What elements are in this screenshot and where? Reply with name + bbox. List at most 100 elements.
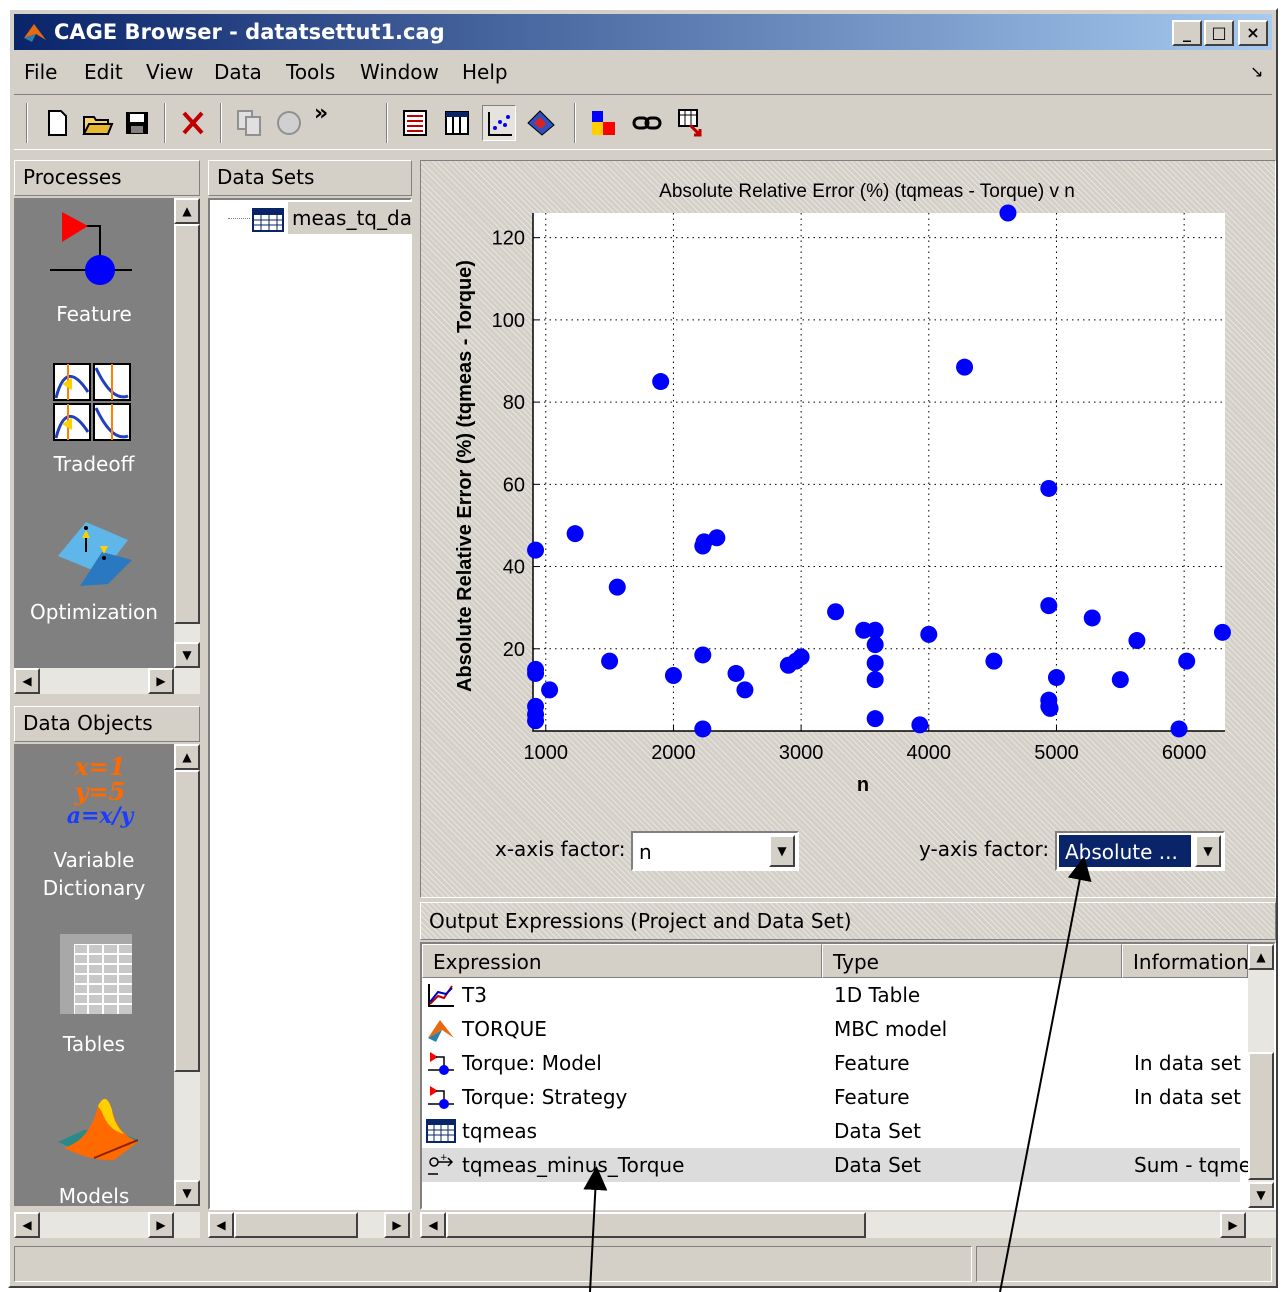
data-point[interactable] bbox=[1178, 652, 1196, 670]
x-axis-factor-select[interactable]: n ▼ bbox=[631, 831, 799, 871]
data-objects-hscrollbar[interactable]: ◀ ▶ bbox=[14, 1212, 200, 1238]
data-point[interactable] bbox=[664, 667, 682, 684]
copy-icon[interactable] bbox=[232, 105, 266, 141]
export-icon[interactable] bbox=[674, 105, 708, 141]
scroll-down-icon[interactable]: ▼ bbox=[174, 642, 200, 668]
table-row[interactable]: tqmeas Data Set bbox=[422, 1114, 1240, 1148]
data-point[interactable] bbox=[1041, 699, 1059, 717]
tradeoff-label[interactable]: Tradeoff bbox=[16, 452, 172, 476]
scroll-right-icon[interactable]: ▶ bbox=[1220, 1212, 1246, 1238]
tradeoff-item[interactable] bbox=[52, 362, 134, 449]
column-expression[interactable]: Expression bbox=[422, 944, 822, 978]
chevron-down-icon[interactable]: ▼ bbox=[769, 835, 795, 867]
menu-file[interactable]: File bbox=[24, 60, 57, 84]
data-point[interactable] bbox=[708, 529, 726, 547]
data-point[interactable] bbox=[866, 710, 884, 728]
data-point[interactable] bbox=[866, 654, 884, 672]
scatter-chart[interactable]: Absolute Relative Error (%) (tqmeas - To… bbox=[421, 161, 1277, 899]
optimization-label[interactable]: Optimization bbox=[16, 600, 172, 624]
data-point[interactable] bbox=[792, 648, 810, 666]
data-point[interactable] bbox=[527, 541, 545, 559]
data-point[interactable] bbox=[736, 681, 754, 699]
expressions-vscrollbar[interactable]: ▲ ▼ bbox=[1248, 944, 1274, 1208]
data-point[interactable] bbox=[1047, 669, 1065, 687]
y-axis-factor-select[interactable]: Absolute ... ▼ bbox=[1055, 831, 1225, 871]
save-icon[interactable] bbox=[120, 105, 154, 141]
data-point[interactable] bbox=[999, 204, 1017, 222]
scroll-up-icon[interactable]: ▲ bbox=[1248, 944, 1274, 970]
factor-icon[interactable] bbox=[586, 105, 620, 141]
tables-label[interactable]: Tables bbox=[16, 1032, 172, 1056]
expressions-hscrollbar[interactable]: ◀ ▶ bbox=[420, 1212, 1276, 1238]
menu-tools[interactable]: Tools bbox=[286, 60, 335, 84]
menu-help[interactable]: Help bbox=[462, 60, 508, 84]
data-point[interactable] bbox=[1111, 671, 1129, 689]
data-point[interactable] bbox=[1170, 720, 1188, 738]
menu-edit[interactable]: Edit bbox=[84, 60, 123, 84]
table-row[interactable]: T3 1D Table bbox=[422, 978, 1240, 1012]
feature-item[interactable] bbox=[48, 208, 138, 297]
scroll-up-icon[interactable]: ▲ bbox=[174, 744, 200, 770]
data-point[interactable] bbox=[727, 664, 745, 682]
models-icon[interactable] bbox=[54, 1090, 139, 1171]
data-point[interactable] bbox=[566, 525, 584, 543]
data-point[interactable] bbox=[1040, 479, 1058, 497]
delete-icon[interactable] bbox=[176, 105, 210, 141]
models-label[interactable]: Models bbox=[16, 1184, 172, 1208]
column-type[interactable]: Type bbox=[822, 944, 1122, 978]
more-tools-icon[interactable]: » bbox=[314, 101, 328, 126]
menu-view[interactable]: View bbox=[146, 60, 193, 84]
data-point[interactable] bbox=[694, 720, 712, 738]
view-data-icon[interactable] bbox=[398, 105, 432, 141]
scroll-right-icon[interactable]: ▶ bbox=[148, 668, 174, 694]
data-point[interactable] bbox=[1083, 609, 1101, 627]
variable-dictionary-label[interactable]: Variable Dictionary bbox=[16, 846, 172, 902]
chevron-down-icon[interactable]: ▼ bbox=[1195, 835, 1221, 867]
maximize-button[interactable]: □ bbox=[1204, 20, 1234, 46]
scroll-down-icon[interactable]: ▼ bbox=[1248, 1182, 1274, 1208]
new-file-icon[interactable] bbox=[40, 105, 74, 141]
paste-icon[interactable] bbox=[272, 105, 306, 141]
dataset-tree-item[interactable]: meas_tq_da bbox=[288, 202, 412, 234]
scroll-left-icon[interactable]: ◀ bbox=[208, 1212, 234, 1238]
data-point[interactable] bbox=[527, 664, 545, 682]
variable-dictionary-icon[interactable]: x=1 y=5 a=x/y bbox=[60, 754, 140, 829]
table-row-selected[interactable]: + tqmeas_minus_Torque Data Set Sum - tqm… bbox=[422, 1148, 1251, 1182]
data-sets-hscrollbar[interactable]: ◀ ▶ bbox=[208, 1212, 412, 1238]
data-point[interactable] bbox=[652, 373, 670, 391]
table-row[interactable]: Torque: Strategy Feature In data set bbox=[422, 1080, 1241, 1114]
column-information[interactable]: Information bbox=[1122, 944, 1248, 978]
data-point[interactable] bbox=[1128, 632, 1146, 650]
scroll-right-icon[interactable]: ▶ bbox=[384, 1212, 410, 1238]
data-point[interactable] bbox=[827, 603, 845, 621]
data-point[interactable] bbox=[527, 712, 545, 730]
close-button[interactable]: × bbox=[1238, 20, 1268, 46]
minimize-button[interactable]: _ bbox=[1172, 20, 1202, 46]
scroll-left-icon[interactable]: ◀ bbox=[14, 1212, 40, 1238]
table-row[interactable]: Torque: Model Feature In data set bbox=[422, 1046, 1241, 1080]
menu-window[interactable]: Window bbox=[360, 60, 439, 84]
data-point[interactable] bbox=[1040, 597, 1058, 615]
data-point[interactable] bbox=[608, 578, 626, 596]
scroll-up-icon[interactable]: ▲ bbox=[174, 198, 200, 224]
data-point[interactable] bbox=[694, 646, 712, 664]
scroll-down-icon[interactable]: ▼ bbox=[174, 1180, 200, 1206]
data-point[interactable] bbox=[956, 358, 974, 376]
data-point[interactable] bbox=[866, 636, 884, 654]
feature-label[interactable]: Feature bbox=[16, 302, 172, 326]
link-icon[interactable] bbox=[630, 105, 664, 141]
view-table-icon[interactable] bbox=[440, 105, 474, 141]
optimization-item[interactable] bbox=[56, 516, 136, 593]
data-point[interactable] bbox=[920, 625, 938, 643]
scroll-left-icon[interactable]: ◀ bbox=[14, 668, 40, 694]
processes-hscrollbar[interactable]: ◀ ▶ bbox=[14, 668, 200, 694]
menu-data[interactable]: Data bbox=[214, 60, 262, 84]
data-objects-scrollbar[interactable]: ▲ ▼ bbox=[174, 744, 200, 1206]
title-bar[interactable]: CAGE Browser - datatsettut1.cag _ □ × bbox=[14, 14, 1272, 50]
data-point[interactable] bbox=[1213, 623, 1231, 641]
processes-scrollbar[interactable]: ▲ ▼ bbox=[174, 198, 200, 668]
scroll-right-icon[interactable]: ▶ bbox=[148, 1212, 174, 1238]
data-point[interactable] bbox=[911, 716, 929, 734]
view-plot-icon[interactable] bbox=[482, 105, 516, 141]
data-point[interactable] bbox=[866, 671, 884, 689]
